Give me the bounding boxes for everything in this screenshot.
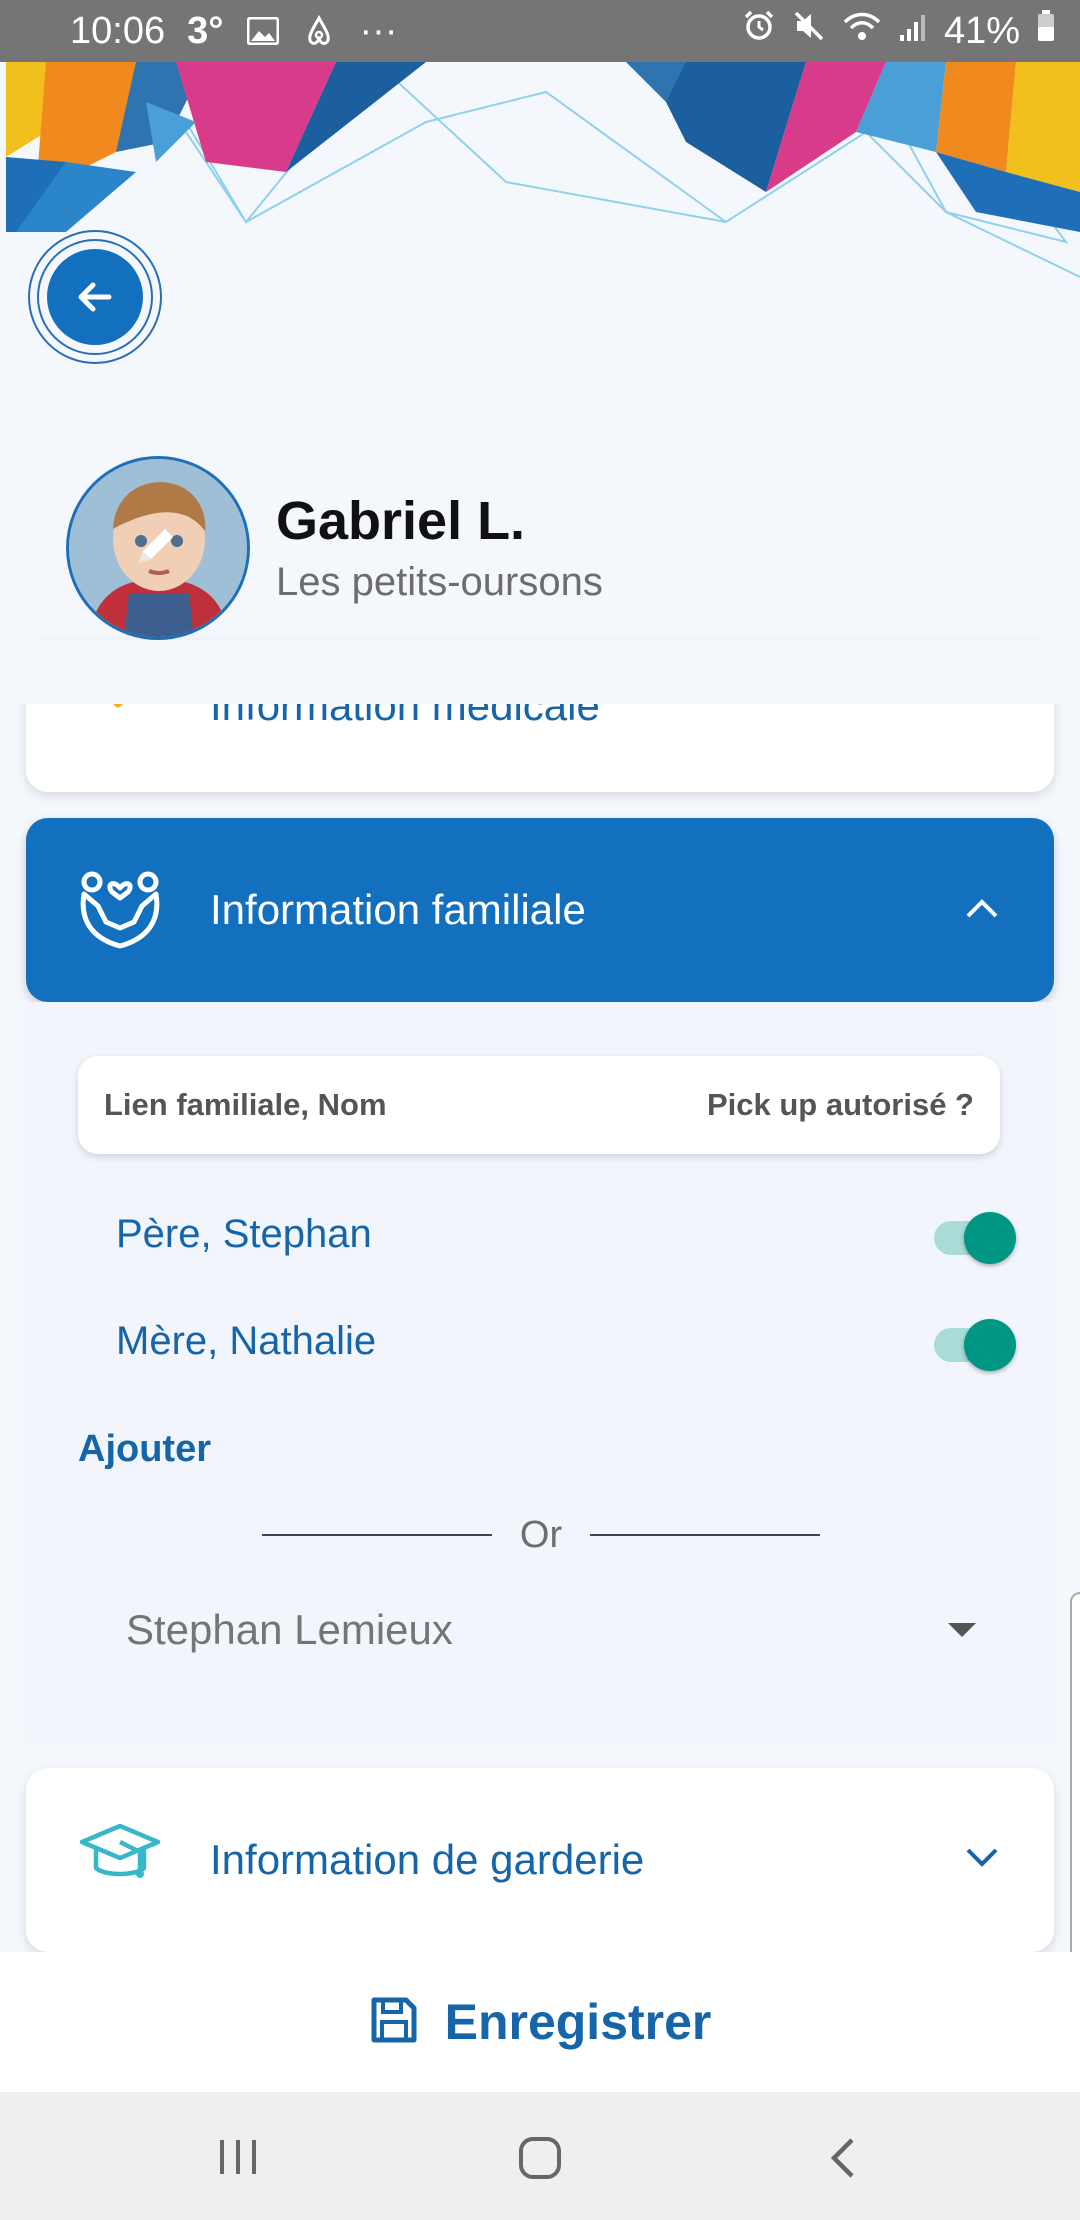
family-member-row[interactable]: Père, Stephan [116,1194,1016,1274]
pickup-toggle[interactable] [930,1319,1016,1371]
or-label: Or [519,1513,563,1556]
or-divider: Or [262,1510,820,1560]
child-group: Les petits-oursons [276,560,603,604]
family-member-name[interactable]: Père, Stephan [116,1212,372,1257]
family-member-row[interactable]: Mère, Nathalie [116,1301,1016,1381]
section-garderie-title: Information de garderie [210,1836,645,1883]
parent-select[interactable]: Stephan Lemieux [78,1582,1000,1678]
toggle-thumb [964,1212,1016,1264]
chevron-down-icon[interactable] [964,1846,1000,1875]
save-button[interactable]: Enregistrer [0,1952,1080,2092]
back-button-fill [47,249,143,345]
graduation-cap-icon [78,1818,162,1893]
section-garderie[interactable]: Information de garderie [26,1768,1054,1952]
arrow-left-icon [78,282,112,312]
section-family-title: Information familiale [210,886,586,933]
divider-line [262,1534,492,1536]
header-overlap [6,640,1080,704]
back-button-ring [37,239,153,355]
system-navigation-bar [0,2092,1080,2220]
back-button[interactable] [28,230,162,364]
column-relation-name: Lien familiale, Nom [104,1087,387,1122]
divider-line [590,1534,820,1536]
status-temperature: 3° [187,9,224,52]
pencil-icon[interactable] [131,521,181,576]
add-family-member-link[interactable]: Ajouter [78,1428,211,1471]
save-button-label: Enregistrer [444,1994,712,2050]
child-name: Gabriel L. [276,491,526,551]
battery-icon [1036,9,1056,53]
floppy-disk-icon [369,1995,419,2050]
family-table-header: Lien familiale, Nom Pick up autorisé ? [78,1056,1000,1154]
family-hearts-icon [78,862,162,957]
image-icon [247,17,280,45]
mute-icon [792,9,826,53]
battery-percent: 41% [943,9,1020,52]
wifi-icon [842,10,882,53]
status-bar: 10:06 3° ··· 41% [0,0,1080,62]
parent-select-value: Stephan Lemieux [126,1606,453,1653]
dropdown-arrow-icon[interactable] [948,1623,976,1637]
status-time: 10:06 [70,9,166,52]
profile-header: Gabriel L. Les petits-oursons [6,62,1080,704]
pickup-toggle[interactable] [930,1212,1016,1264]
signal-icon [898,10,928,53]
avatar[interactable] [66,456,250,640]
alarm-icon [742,9,776,53]
toggle-thumb [964,1319,1016,1371]
column-pickup-authorized: Pick up autorisé ? [706,1087,974,1122]
section-family[interactable]: Information familiale [26,818,1054,1002]
decorative-banner [6,62,1080,278]
airbnb-icon [303,15,335,47]
home-button[interactable] [518,2136,562,2185]
more-notifications: ··· [359,9,398,52]
family-member-name[interactable]: Mère, Nathalie [116,1319,376,1364]
family-section-body: Lien familiale, Nom Pick up autorisé ? P… [26,1002,1054,1742]
chevron-up-icon[interactable] [964,896,1000,925]
recent-apps-button[interactable] [216,2136,260,2183]
back-nav-button[interactable] [824,2136,860,2185]
